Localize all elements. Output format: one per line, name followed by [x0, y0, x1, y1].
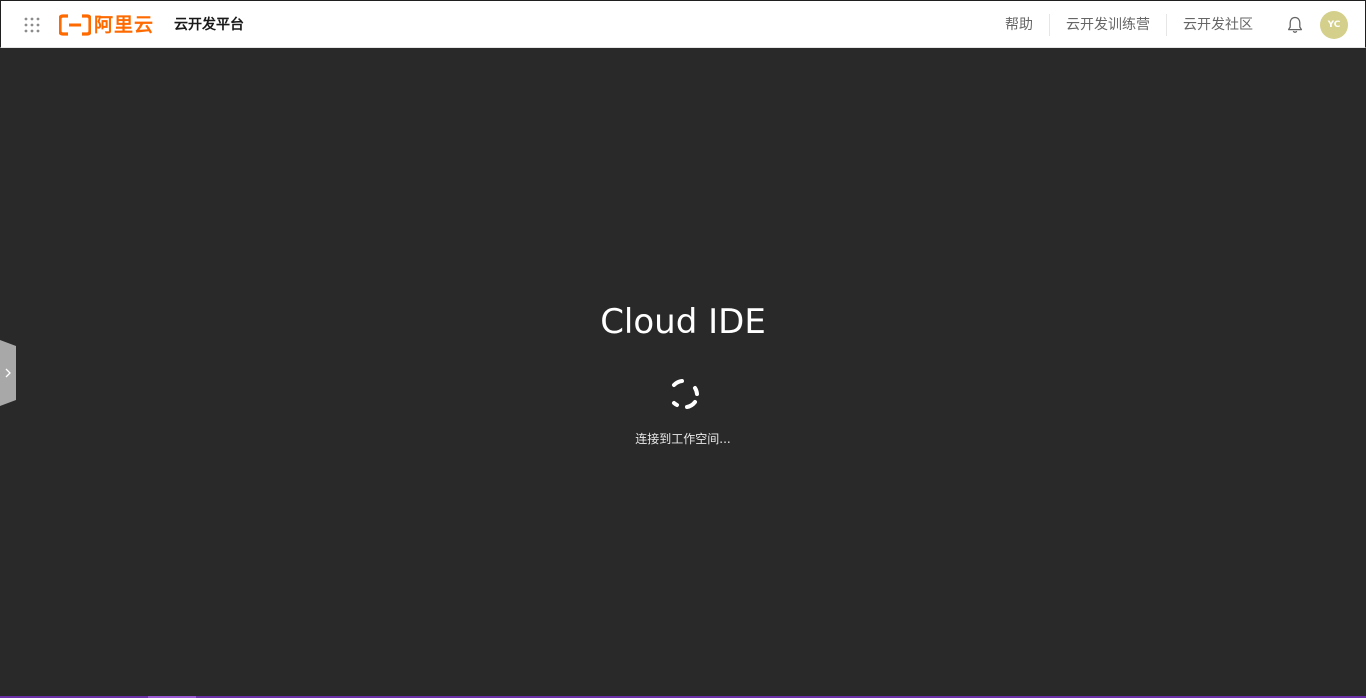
header-right-nav: 帮助 云开发训练营 云开发社区 YC [989, 1, 1365, 48]
sidebar-toggle-button[interactable] [0, 340, 16, 406]
community-link[interactable]: 云开发社区 [1166, 13, 1269, 36]
notification-bell-icon[interactable] [1287, 16, 1303, 34]
apps-grid-icon[interactable] [23, 16, 41, 34]
logo-text: 阿里云 [94, 14, 155, 36]
top-navigation-bar: 阿里云 云开发平台 帮助 云开发训练营 云开发社区 YC [0, 0, 1366, 48]
user-avatar[interactable]: YC [1320, 10, 1348, 39]
aliyun-logo-icon [59, 14, 91, 36]
product-name[interactable]: 云开发平台 [174, 14, 244, 36]
aliyun-logo[interactable]: 阿里云 [59, 13, 154, 37]
help-link[interactable]: 帮助 [989, 14, 1049, 36]
loading-spinner-icon [672, 379, 699, 409]
training-camp-link[interactable]: 云开发训练营 [1049, 13, 1166, 36]
connection-status-text: 连接到工作空间... [635, 432, 731, 446]
loader-title: Cloud IDE [600, 302, 766, 342]
chevron-right-icon [0, 340, 16, 406]
